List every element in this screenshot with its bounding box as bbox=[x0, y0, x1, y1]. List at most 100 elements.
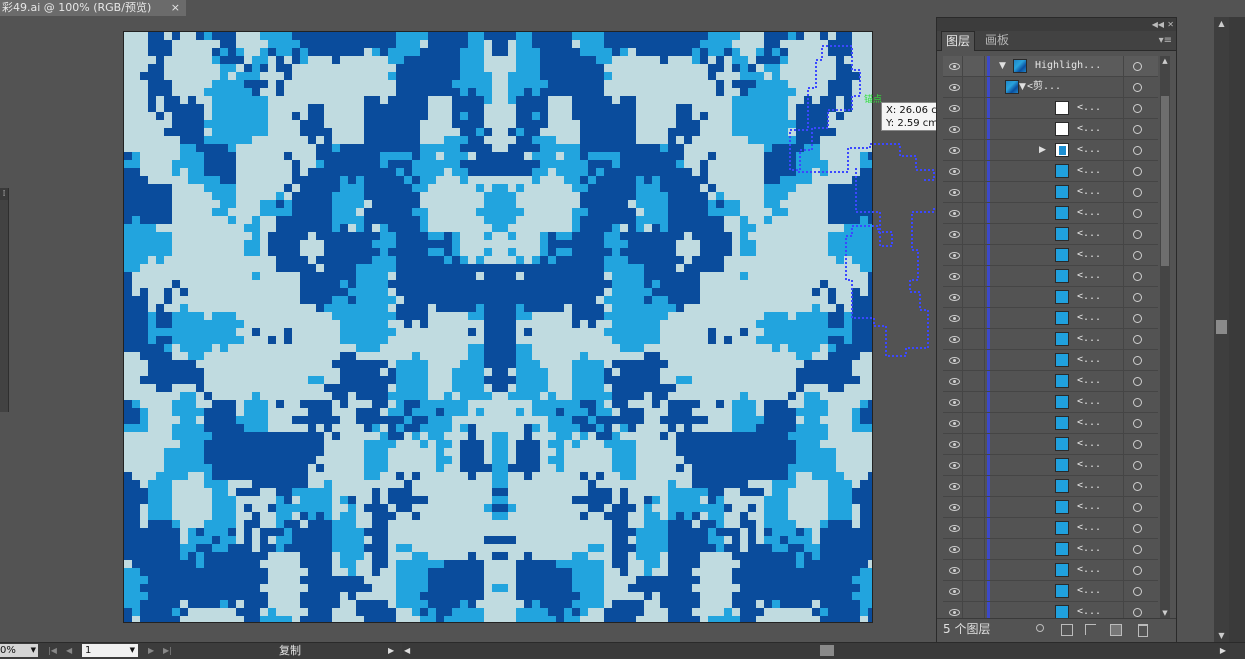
layer-row[interactable]: <... bbox=[943, 371, 1158, 392]
visibility-eye-icon[interactable] bbox=[945, 602, 963, 618]
panel-titlebar[interactable]: ◀◀ ✕ bbox=[937, 18, 1176, 31]
target-circle-icon[interactable] bbox=[1123, 497, 1157, 517]
target-circle-icon[interactable] bbox=[1123, 77, 1157, 97]
clipping-mask-icon[interactable] bbox=[1061, 624, 1073, 636]
target-circle-icon[interactable] bbox=[1123, 56, 1157, 76]
visibility-eye-icon[interactable] bbox=[945, 287, 963, 307]
first-page-icon[interactable]: |◀ bbox=[48, 644, 57, 658]
visibility-eye-icon[interactable] bbox=[945, 518, 963, 538]
visibility-eye-icon[interactable] bbox=[945, 308, 963, 328]
visibility-eye-icon[interactable] bbox=[945, 161, 963, 181]
layer-name[interactable]: <... bbox=[1077, 350, 1101, 370]
lock-toggle[interactable] bbox=[963, 434, 985, 454]
zoom-field[interactable]: 0% ▼ bbox=[0, 644, 38, 657]
scrollbar-thumb[interactable] bbox=[1161, 96, 1169, 266]
lock-toggle[interactable] bbox=[963, 161, 985, 181]
target-circle-icon[interactable] bbox=[1123, 455, 1157, 475]
scrollbar-thumb[interactable] bbox=[820, 645, 834, 656]
visibility-eye-icon[interactable] bbox=[945, 497, 963, 517]
layer-name[interactable]: <... bbox=[1077, 539, 1101, 559]
lock-toggle[interactable] bbox=[963, 308, 985, 328]
layer-name[interactable]: <... bbox=[1077, 119, 1101, 139]
visibility-eye-icon[interactable] bbox=[945, 203, 963, 223]
visibility-eye-icon[interactable] bbox=[945, 371, 963, 391]
status-menu-icon[interactable]: ▶ bbox=[388, 643, 394, 658]
layer-row[interactable]: <... bbox=[943, 224, 1158, 245]
layer-row[interactable]: <... bbox=[943, 266, 1158, 287]
layer-name[interactable]: Highligh... bbox=[1035, 56, 1101, 76]
visibility-eye-icon[interactable] bbox=[945, 560, 963, 580]
target-circle-icon[interactable] bbox=[1123, 392, 1157, 412]
disclosure-triangle-icon[interactable]: ▼ bbox=[999, 59, 1006, 73]
target-circle-icon[interactable] bbox=[1123, 245, 1157, 265]
layer-name[interactable]: <... bbox=[1077, 308, 1101, 328]
tab-layers[interactable]: 图层 bbox=[941, 31, 976, 51]
lock-toggle[interactable] bbox=[963, 182, 985, 202]
layer-name[interactable]: <剪... bbox=[1027, 77, 1061, 97]
layer-name[interactable]: <... bbox=[1077, 581, 1101, 601]
lock-toggle[interactable] bbox=[963, 329, 985, 349]
page-field[interactable]: 1 ▼ bbox=[82, 644, 138, 657]
layer-name[interactable]: <... bbox=[1077, 371, 1101, 391]
visibility-eye-icon[interactable] bbox=[945, 392, 963, 412]
visibility-eye-icon[interactable] bbox=[945, 476, 963, 496]
target-circle-icon[interactable] bbox=[1123, 413, 1157, 433]
layer-row[interactable]: ▼ Highligh... bbox=[943, 56, 1158, 77]
lock-toggle[interactable] bbox=[963, 350, 985, 370]
lock-toggle[interactable] bbox=[963, 266, 985, 286]
lock-toggle[interactable] bbox=[963, 203, 985, 223]
locate-object-icon[interactable] bbox=[1036, 624, 1044, 632]
lock-toggle[interactable] bbox=[963, 224, 985, 244]
collapse-icon[interactable]: ◀◀ bbox=[1152, 18, 1164, 31]
new-layer-icon[interactable] bbox=[1110, 624, 1122, 636]
disclosure-triangle-icon[interactable]: ▼ bbox=[1019, 80, 1026, 94]
lock-toggle[interactable] bbox=[963, 602, 985, 618]
lock-toggle[interactable] bbox=[963, 455, 985, 475]
layer-name[interactable]: <... bbox=[1077, 476, 1101, 496]
layer-row[interactable]: <... bbox=[943, 392, 1158, 413]
layer-name[interactable]: <... bbox=[1077, 203, 1101, 223]
layer-row[interactable]: <... bbox=[943, 455, 1158, 476]
layer-name[interactable]: <... bbox=[1077, 287, 1101, 307]
visibility-eye-icon[interactable] bbox=[945, 266, 963, 286]
layer-name[interactable]: <... bbox=[1077, 245, 1101, 265]
target-circle-icon[interactable] bbox=[1123, 224, 1157, 244]
target-circle-icon[interactable] bbox=[1123, 476, 1157, 496]
target-circle-icon[interactable] bbox=[1123, 140, 1157, 160]
panel-menu-icon[interactable]: ▾≡ bbox=[1159, 31, 1172, 50]
layer-name[interactable]: <... bbox=[1077, 455, 1101, 475]
visibility-eye-icon[interactable] bbox=[945, 182, 963, 202]
layer-row[interactable]: <... bbox=[943, 308, 1158, 329]
layer-name[interactable]: <... bbox=[1077, 224, 1101, 244]
layer-row[interactable]: <... bbox=[943, 518, 1158, 539]
layer-row[interactable]: <... bbox=[943, 203, 1158, 224]
disclosure-triangle-icon[interactable]: ▶ bbox=[1039, 143, 1046, 157]
layer-name[interactable]: <... bbox=[1077, 98, 1101, 118]
lock-toggle[interactable] bbox=[963, 140, 985, 160]
document-tab[interactable]: 彩49.ai @ 100% (RGB/预览) × bbox=[0, 0, 186, 16]
target-circle-icon[interactable] bbox=[1123, 539, 1157, 559]
artboard-canvas[interactable] bbox=[123, 31, 873, 623]
tab-artboards[interactable]: 画板 bbox=[981, 31, 1013, 50]
layer-row[interactable]: <... bbox=[943, 287, 1158, 308]
target-circle-icon[interactable] bbox=[1123, 287, 1157, 307]
lock-toggle[interactable] bbox=[963, 413, 985, 433]
lock-toggle[interactable] bbox=[963, 518, 985, 538]
last-page-icon[interactable]: ▶| bbox=[163, 644, 172, 658]
layer-name[interactable]: <... bbox=[1077, 602, 1101, 618]
new-sublayer-icon[interactable] bbox=[1085, 624, 1096, 635]
layer-name[interactable]: <... bbox=[1077, 413, 1101, 433]
lock-toggle[interactable] bbox=[963, 497, 985, 517]
visibility-eye-icon[interactable] bbox=[945, 77, 963, 97]
layer-row[interactable]: <... bbox=[943, 161, 1158, 182]
visibility-eye-icon[interactable] bbox=[945, 56, 963, 76]
layers-scrollbar[interactable]: ▲ ▼ bbox=[1160, 56, 1170, 618]
target-circle-icon[interactable] bbox=[1123, 119, 1157, 139]
target-circle-icon[interactable] bbox=[1123, 182, 1157, 202]
visibility-eye-icon[interactable] bbox=[945, 455, 963, 475]
chevron-down-icon[interactable]: ▼ bbox=[130, 644, 135, 657]
horizontal-scrollbar[interactable]: ◀ ▶ bbox=[402, 643, 1230, 658]
prev-page-icon[interactable]: ◀ bbox=[66, 644, 72, 658]
layer-row[interactable]: <... bbox=[943, 350, 1158, 371]
lock-toggle[interactable] bbox=[963, 581, 985, 601]
